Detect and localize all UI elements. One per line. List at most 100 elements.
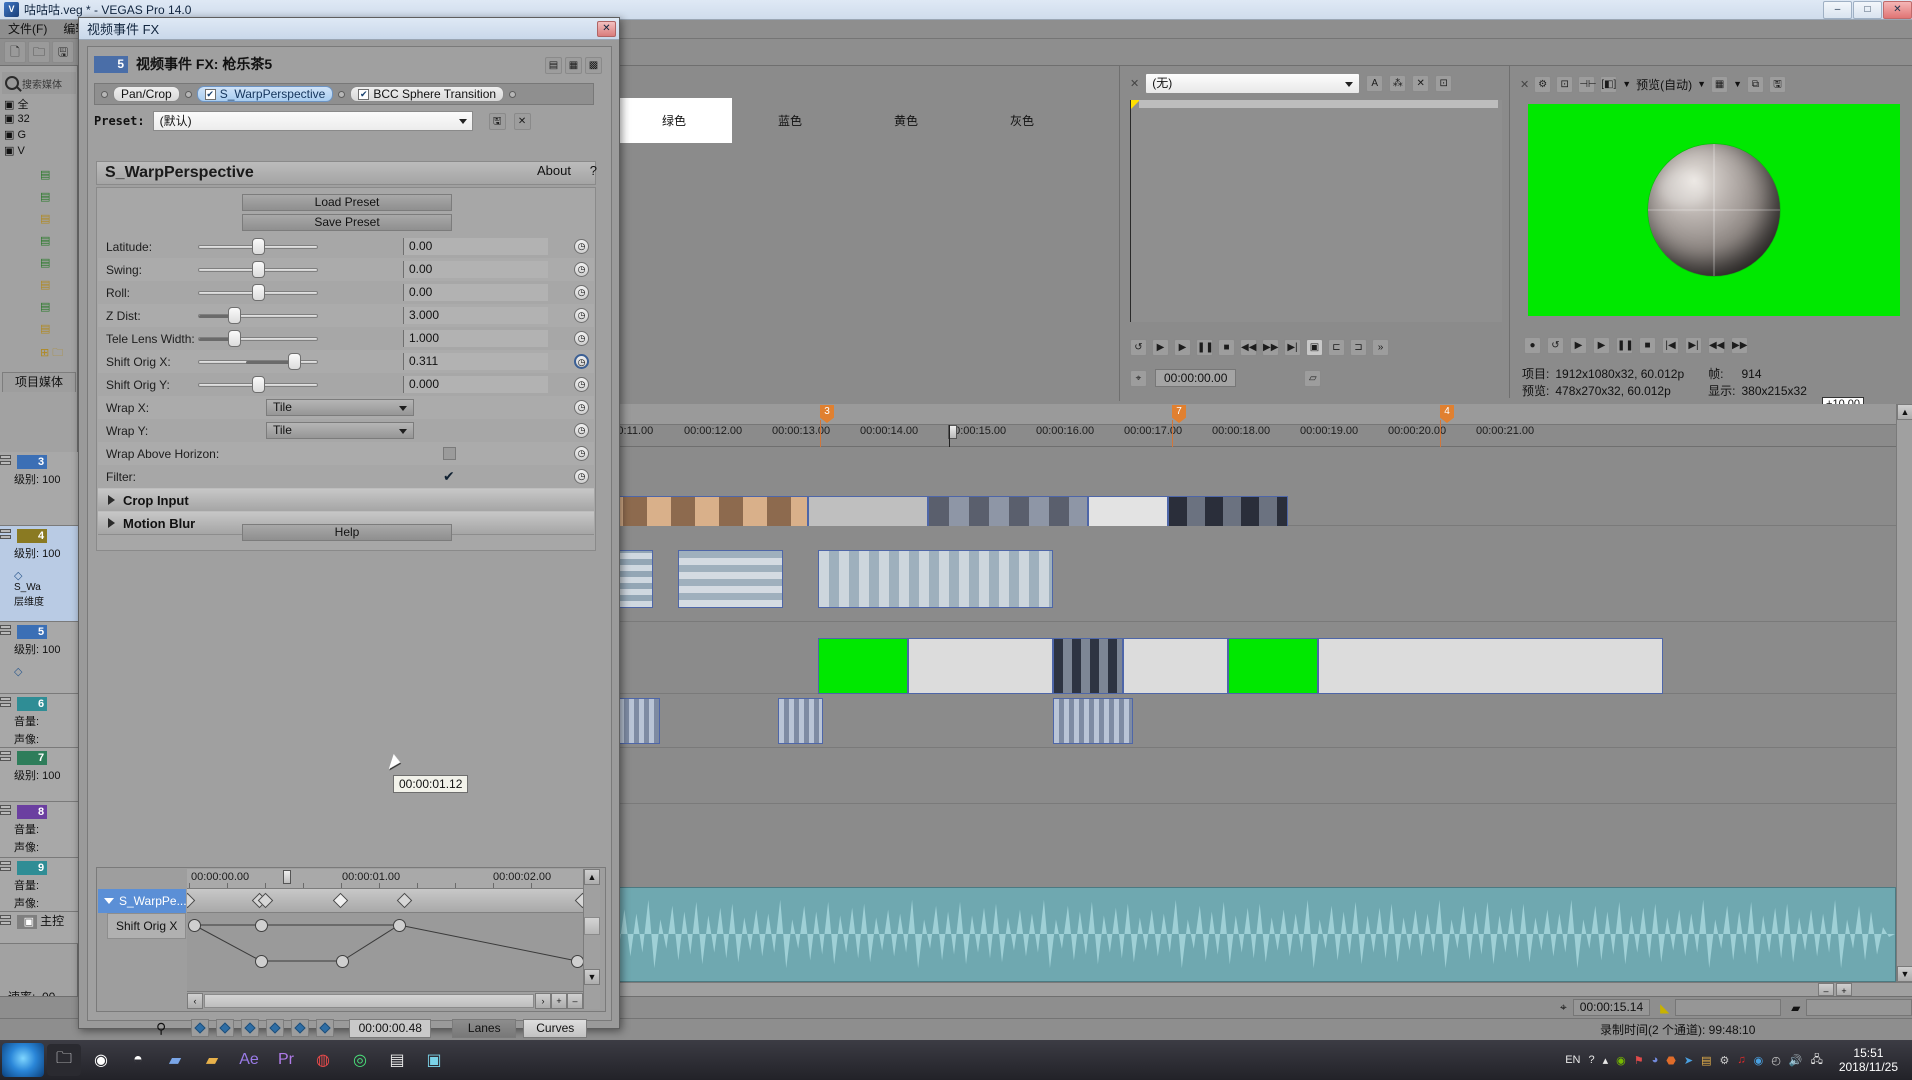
trimmer-canvas[interactable] (1130, 100, 1502, 322)
media-icon[interactable]: ▰ (195, 1044, 229, 1076)
loop-icon[interactable]: ↺ (1130, 338, 1147, 356)
kf-scroll-up-button[interactable]: ▲ (584, 869, 600, 885)
param-slider[interactable] (198, 284, 318, 301)
preview-quality-label[interactable]: 预览(自动) (1636, 76, 1692, 93)
timeline-clip[interactable] (1053, 638, 1123, 694)
preset-combo[interactable]: (默认) (152, 111, 473, 131)
help-button[interactable]: Help (242, 524, 452, 541)
param-slider[interactable] (198, 261, 318, 278)
panel-close-icon[interactable]: ✕ (1130, 77, 1139, 90)
track-header-4[interactable]: 4 级别: 100 ◇ S_Wa 层维度 (0, 526, 78, 622)
param-slider[interactable] (198, 376, 318, 393)
prev-keyframe-icon[interactable] (216, 1019, 235, 1037)
keyframe-diamond-icon[interactable]: ◇ (14, 569, 78, 582)
keyframe-button[interactable]: ◷ (574, 308, 589, 323)
slider-knob[interactable] (228, 330, 241, 347)
kf-zoom-in-button[interactable]: + (551, 992, 567, 1009)
keyframe-point[interactable] (571, 955, 583, 968)
save-project-icon[interactable]: 🖫 (52, 41, 74, 63)
play-icon[interactable]: ▶ (1593, 336, 1610, 354)
keyframe-marker[interactable] (574, 892, 583, 909)
param-row-wrap-x[interactable]: Wrap X: Tile ◷ (98, 396, 594, 419)
param-row-roll[interactable]: Roll: 0.00 ◷ (98, 281, 594, 304)
track-header-5[interactable]: 5 级别: 100 ◇ (0, 622, 78, 694)
timeline-clip[interactable] (678, 550, 783, 608)
media-search-box[interactable]: 搜索媒体 (2, 72, 76, 94)
detail-view-icon[interactable]: ▩ (585, 57, 602, 74)
kf-vscroll-thumb[interactable] (584, 917, 600, 935)
nvidia-icon[interactable]: ◉ (1616, 1054, 1626, 1067)
first-keyframe-icon[interactable] (191, 1019, 210, 1037)
plugin-pan-crop[interactable]: Pan/Crop (113, 86, 180, 102)
param-value[interactable]: 0.000 (403, 376, 548, 393)
rewind-icon[interactable]: ◀◀ (1708, 336, 1725, 354)
close-button[interactable]: ✕ (1883, 0, 1912, 19)
param-row-wrap-y[interactable]: Wrap Y: Tile ◷ (98, 419, 594, 442)
media-tree-item[interactable]: ▣ V (4, 144, 25, 157)
in-icon[interactable]: ⊐ (1350, 338, 1367, 356)
track-header-6[interactable]: 6 音量: 声像: (0, 694, 78, 748)
marker-icon[interactable]: ⁂ (1389, 74, 1407, 92)
media-tree-item[interactable]: ▣ 32 (4, 112, 30, 125)
param-slider[interactable] (198, 238, 318, 255)
keyframe-button[interactable]: ◷ (574, 262, 589, 277)
kf-scroll-down-button[interactable]: ▼ (584, 969, 600, 985)
media-tree-item[interactable]: ▣ G (4, 128, 26, 141)
param-row-shift-orig-y[interactable]: Shift Orig Y: 0.000 ◷ (98, 373, 594, 396)
param-value[interactable]: 0.00 (403, 261, 548, 278)
chat-icon[interactable]: ◎ (343, 1044, 377, 1076)
marker-7[interactable]: 7 (1172, 405, 1186, 423)
play-alt-icon[interactable]: ▶ (1152, 338, 1169, 356)
next-icon[interactable]: ▶▶ (1262, 338, 1279, 356)
last-keyframe-icon[interactable] (266, 1019, 285, 1037)
loop-icon[interactable]: ↺ (1547, 336, 1564, 354)
param-value[interactable]: 0.00 (403, 238, 548, 255)
track-mute-solo[interactable] (0, 455, 14, 467)
param-row-latitude[interactable]: Latitude: 0.00 ◷ (98, 235, 594, 258)
split-icon[interactable]: ⊣⊢ (1578, 75, 1597, 93)
filter-checkbox[interactable]: ✔ (443, 469, 456, 483)
slider-knob[interactable] (252, 376, 265, 393)
telegram-icon[interactable]: ➤ (1684, 1054, 1693, 1067)
prev-icon[interactable]: ◀◀ (1240, 338, 1257, 356)
list-view-icon[interactable]: ▤ (545, 57, 562, 74)
media-tree-item[interactable]: ▤ (40, 234, 50, 247)
start-orb-icon[interactable] (2, 1043, 44, 1077)
trimmer-select-range-icon[interactable]: ▱ (1304, 369, 1322, 387)
track-header-9[interactable]: 9 音量: -7.5 声像: (0, 858, 78, 912)
keyframe-button[interactable]: ◷ (574, 423, 589, 438)
dock-icon[interactable]: ⊡ (1556, 75, 1574, 93)
aftereffects-icon[interactable]: Ae (232, 1044, 266, 1076)
keyframe-button[interactable]: ◷ (574, 331, 589, 346)
keyframe-button[interactable]: ◷ (574, 400, 589, 415)
add-keyframe-icon[interactable] (291, 1019, 310, 1037)
param-row-swing[interactable]: Swing: 0.00 ◷ (98, 258, 594, 281)
view-lanes-button[interactable]: Lanes (452, 1018, 517, 1038)
slider-knob[interactable] (228, 307, 241, 324)
play-from-start-icon[interactable]: ▶ (1570, 336, 1587, 354)
kf-playhead-handle[interactable] (283, 870, 291, 884)
cursor-timecode[interactable]: 00:00:15.14 (1572, 999, 1651, 1016)
keyframe-horizontal-scrollbar[interactable]: ‹ › + – (187, 991, 583, 1009)
next-frame-icon[interactable]: ▶| (1685, 336, 1702, 354)
param-row-tele-lens-width[interactable]: Tele Lens Width: 1.000 ◷ (98, 327, 594, 350)
save-preset-icon[interactable]: 🖫 (488, 112, 506, 130)
keyframe-point[interactable] (188, 919, 201, 932)
param-slider[interactable] (198, 307, 318, 324)
plugin-bcc-sphere-transition[interactable]: ✔ BCC Sphere Transition (350, 86, 505, 102)
next-keyframe-icon[interactable] (241, 1019, 260, 1037)
kf-scroll-right-button[interactable]: › (535, 992, 551, 1009)
plugin-s-warp-perspective[interactable]: ✔ S_WarpPerspective (196, 86, 334, 102)
preview-video-surface[interactable] (1528, 104, 1900, 316)
flag-icon[interactable]: ⚑ (1634, 1054, 1644, 1067)
track-header-7[interactable]: 7 级别: 100 (0, 748, 78, 802)
firefox-icon[interactable]: ◓ (121, 1044, 155, 1076)
media-tree-item[interactable]: ▤ (40, 212, 50, 225)
new-project-icon[interactable]: 🗋 (4, 41, 26, 63)
swatch-item-blue[interactable]: 蓝色 (732, 106, 848, 129)
slider-knob[interactable] (252, 238, 265, 255)
help-icon[interactable]: ? (1588, 1054, 1594, 1066)
gear-icon[interactable]: ⚙ (1534, 75, 1552, 93)
stop-icon[interactable]: ■ (1218, 338, 1235, 356)
chevron-down-icon[interactable]: ▼ (1622, 79, 1631, 89)
